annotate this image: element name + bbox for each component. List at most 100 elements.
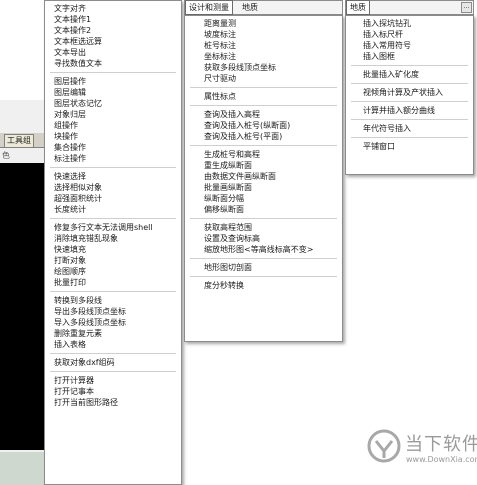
tools-menu-item[interactable]: 快速填充 (45, 244, 181, 255)
design-menu-item[interactable]: 桩号标注 (185, 40, 342, 51)
tools-menu-item[interactable]: 文本框选远算 (45, 36, 181, 47)
design-menu-item[interactable]: 查询及插入高程 (185, 109, 342, 120)
geology-menu-item[interactable]: 计算并插入额分曲线 (346, 105, 473, 116)
design-menu-item[interactable]: 缩放地形图<等高线标高不变> (185, 244, 342, 255)
geology-menu-item[interactable]: 插入标尺杆 (346, 29, 473, 40)
menu-separator (185, 273, 342, 280)
menu-separator (346, 116, 473, 123)
tools-menu-item[interactable]: 打开计算器 (45, 375, 181, 386)
design-menu-item[interactable]: 坡度标注 (185, 29, 342, 40)
menubar-design-measure: 设计和测量 地质 (184, 0, 343, 15)
tools-dropdown-menu: 文字对齐 文本操作1 文本操作2 文本框选远算 文本导出 寻找数值文本 图层操作 图层编辑 图层… (44, 0, 182, 485)
toolgroup-tab[interactable]: 工具组 (4, 134, 34, 148)
tools-menu-item[interactable]: 消除填充错乱现象 (45, 233, 181, 244)
tools-menu-item[interactable]: 文字对齐 (45, 3, 181, 14)
tools-menu-item[interactable]: 寻找数值文本 (45, 58, 181, 69)
menu-separator (45, 368, 181, 375)
tools-menu-item[interactable]: 选择相似对象 (45, 182, 181, 193)
design-menu-item[interactable]: 批量画纵断面 (185, 182, 342, 193)
geology-menu-item[interactable]: 插入常用符号 (346, 40, 473, 51)
design-menu-item[interactable]: 设置及查询标高 (185, 233, 342, 244)
tools-menu-item[interactable]: 导出多段线顶点坐标 (45, 306, 181, 317)
design-menu-item[interactable]: 尺寸驱动 (185, 73, 342, 84)
menu-separator (45, 215, 181, 222)
watermark-url: www.DownXia.com (406, 455, 477, 464)
menu-separator (185, 84, 342, 91)
geology-menu-item[interactable]: 批量插入矿化度 (346, 69, 473, 80)
design-menu-item[interactable]: 属性标点 (185, 91, 342, 102)
menu-separator (45, 288, 181, 295)
menu-separator (185, 102, 342, 109)
menu-separator (185, 142, 342, 149)
tools-menu-item[interactable]: 图层编辑 (45, 87, 181, 98)
tools-menu-item[interactable]: 打开当前图形路径 (45, 397, 181, 408)
design-menu-item[interactable]: 查询及插入桩号(平面) (185, 131, 342, 142)
tools-menu-item[interactable]: 文本操作2 (45, 25, 181, 36)
geology-menu-item[interactable]: 视倾角计算及产状插入 (346, 87, 473, 98)
menu-tab-geology-active[interactable]: 地质 (346, 0, 370, 15)
menu-tab-geology[interactable]: 地质 (239, 1, 261, 14)
tools-menu-item[interactable]: 标注操作 (45, 153, 181, 164)
design-menu-item[interactable]: 生成桩号和高程 (185, 149, 342, 160)
design-menu-item[interactable]: 纵断面分幅 (185, 193, 342, 204)
menu-separator (346, 134, 473, 141)
tools-menu-item[interactable]: 长度统计 (45, 204, 181, 215)
tools-menu-item[interactable]: 对象归层 (45, 109, 181, 120)
tools-menu-item[interactable]: 文本操作1 (45, 14, 181, 25)
tools-menu-item[interactable]: 快速选择 (45, 171, 181, 182)
design-menu-item[interactable]: 由数据文件画纵断面 (185, 171, 342, 182)
design-menu-item[interactable]: 距离量测 (185, 18, 342, 29)
menu-separator (185, 215, 342, 222)
design-menu-item[interactable]: 偏移纵断面 (185, 204, 342, 215)
menu-separator (185, 255, 342, 262)
background-app-statusbar (0, 452, 50, 485)
tools-menu-top-padding (45, 1, 181, 3)
tools-menu-item[interactable]: 图层操作 (45, 76, 181, 87)
background-app-tabbar: 工具组 (0, 133, 50, 148)
background-app-sublabel: 色 (2, 151, 10, 160)
tools-menu-item[interactable]: 批量打印 (45, 277, 181, 288)
tools-menu-item[interactable]: 删除重复元素 (45, 328, 181, 339)
menu-separator (346, 80, 473, 87)
tools-menu-item[interactable]: 块操作 (45, 131, 181, 142)
ellipsis-icon[interactable]: … (461, 2, 472, 13)
design-measure-dropdown-menu: 距离量测 坡度标注 桩号标注 坐标标注 获取多段线顶点坐标 尺寸驱动属性标点查询及插入高程… (184, 15, 343, 342)
geology-menu-item[interactable]: 插入探坑钻孔 (346, 18, 473, 29)
geology-menu-item[interactable]: 插入图框 (346, 51, 473, 62)
design-menu-item[interactable]: 度分秒转换 (185, 280, 342, 291)
design-menu-top-padding (185, 16, 342, 18)
tools-menu-item[interactable]: 打开记事本 (45, 386, 181, 397)
tools-menu-item[interactable]: 转换到多段线 (45, 295, 181, 306)
design-menu-item[interactable]: 地形图切剖面 (185, 262, 342, 273)
menubar-geology: 地质 … (345, 0, 474, 15)
watermark-text: 当下软件园 (405, 434, 477, 455)
tools-menu-item[interactable]: 导入多段线顶点坐标 (45, 317, 181, 328)
tools-menu-item[interactable]: 组操作 (45, 120, 181, 131)
geology-menu-item[interactable]: 平铺窗口 (346, 141, 473, 152)
tools-menu-item[interactable]: 获取对象dxf组码 (45, 357, 181, 368)
design-menu-item[interactable]: 获取高程范围 (185, 222, 342, 233)
design-menu-item[interactable]: 坐标标注 (185, 51, 342, 62)
menu-separator (346, 62, 473, 69)
tools-menu-item[interactable]: 绘图顺序 (45, 266, 181, 277)
tools-menu-item[interactable]: 修复多行文本无法调用shell (45, 222, 181, 233)
watermark-logo-icon (367, 429, 401, 463)
design-menu-item[interactable]: 重生成纵断面 (185, 160, 342, 171)
site-watermark: 当下软件园 www.DownXia.com (367, 427, 477, 477)
design-menu-item[interactable]: 获取多段线顶点坐标 (185, 62, 342, 73)
geology-menu-item[interactable]: 年代符号插入 (346, 123, 473, 134)
tools-menu-item[interactable]: 集合操作 (45, 142, 181, 153)
tools-menu-item[interactable]: 文本导出 (45, 47, 181, 58)
menu-separator (45, 350, 181, 357)
tools-menu-item[interactable]: 超强面积统计 (45, 193, 181, 204)
menu-separator (346, 98, 473, 105)
menu-separator (45, 69, 181, 76)
drawing-canvas[interactable] (0, 163, 50, 450)
tools-menu-item[interactable]: 图层状态记忆 (45, 98, 181, 109)
menu-separator (45, 164, 181, 171)
tools-menu-item[interactable]: 插入表格 (45, 339, 181, 350)
menu-tab-design-measure[interactable]: 设计和测量 (185, 0, 233, 15)
geology-menu-top-padding (346, 16, 473, 18)
design-menu-item[interactable]: 查询及插入桩号(纵断面) (185, 120, 342, 131)
tools-menu-item[interactable]: 打断对象 (45, 255, 181, 266)
